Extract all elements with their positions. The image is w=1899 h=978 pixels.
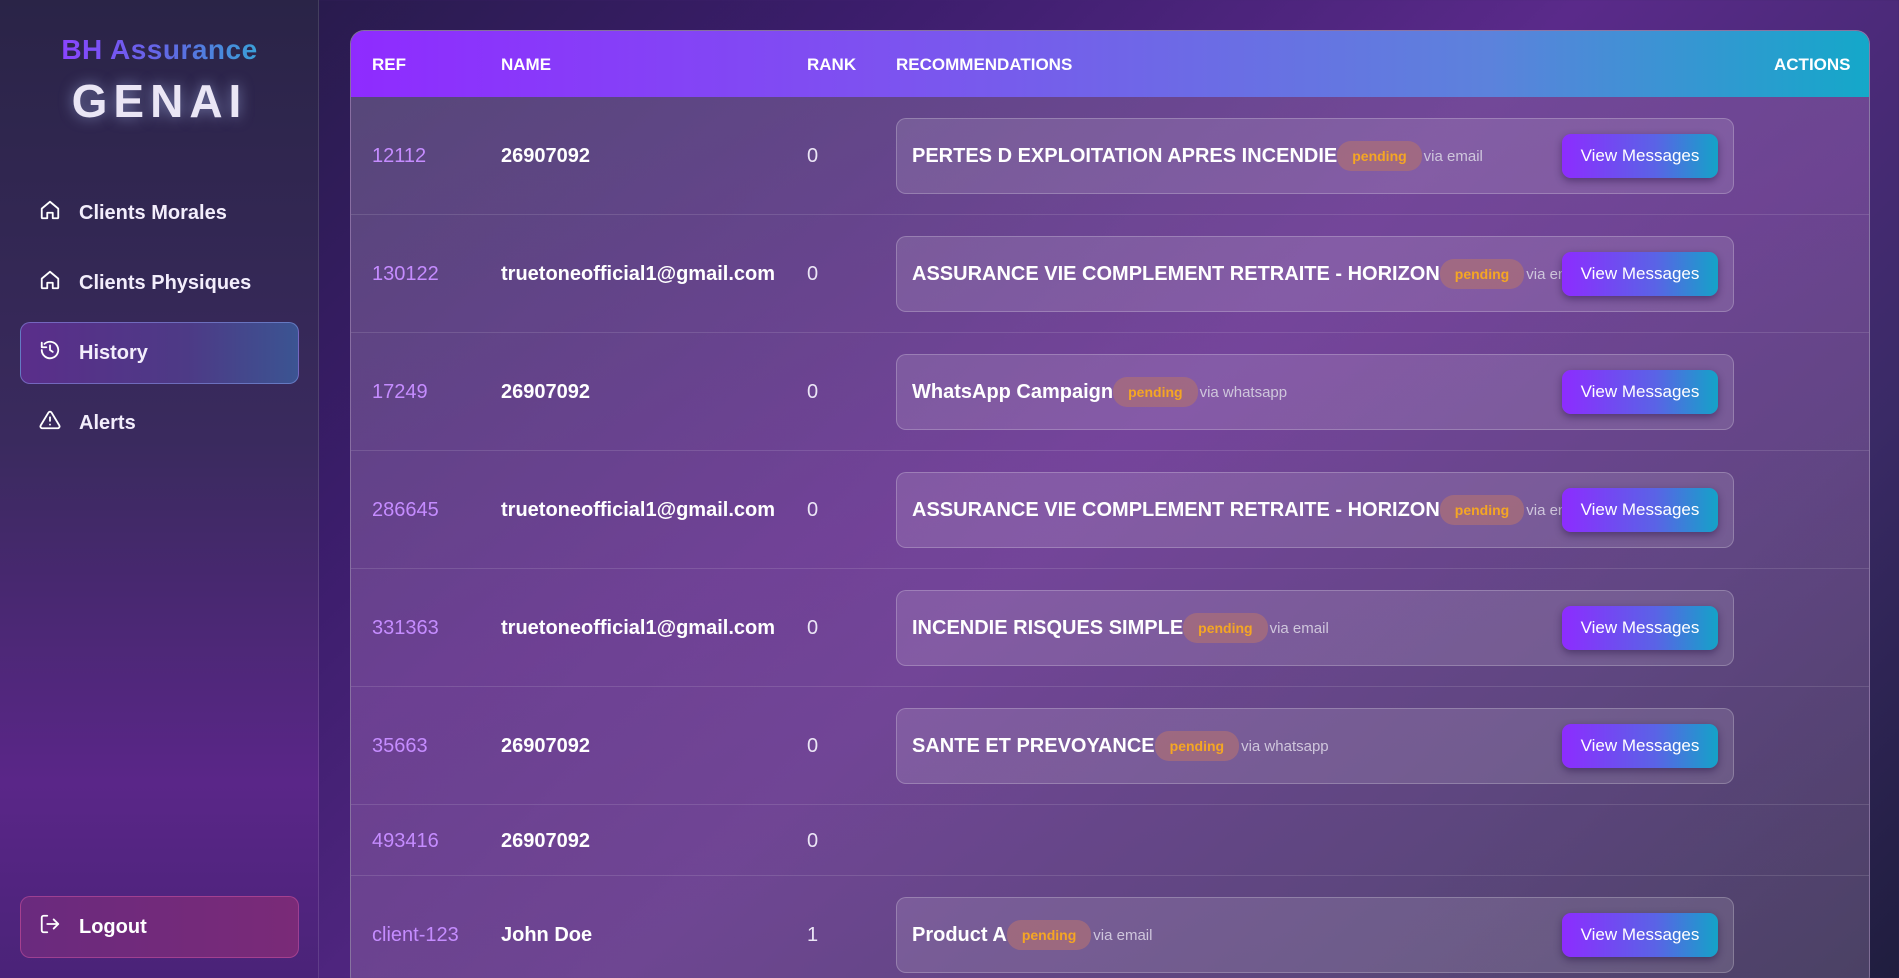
table-row: 17249 26907092 0 WhatsApp Campaign pending vi… (351, 333, 1869, 451)
row-name: John Doe (501, 924, 593, 946)
row-ref: 493416 (372, 830, 439, 852)
view-messages-button[interactable]: View Messages (1562, 252, 1718, 296)
sidebar: BH Assurance GENAI Clients Morales Client… (0, 0, 319, 978)
row-rank: 0 (807, 499, 819, 521)
brand-product: GENAI (71, 75, 248, 127)
logout-button[interactable]: Logout (20, 896, 299, 958)
view-messages-button[interactable]: View Messages (1562, 370, 1718, 414)
sidebar-item-clients-morales[interactable]: Clients Morales (20, 182, 299, 244)
recommendation-card: Product Apending via email View Messages (896, 897, 1734, 973)
logout-label: Logout (79, 915, 147, 938)
history-table: REF NAME RANK RECOMMENDATIONS ACTIONS 12… (350, 30, 1870, 978)
row-ref: 17249 (372, 381, 428, 403)
recommendation-card: ASSURANCE VIE COMPLEMENT RETRAITE - HORI… (896, 236, 1734, 312)
table-row: 286645 truetoneofficial1@gmail.com 0 ASSURA… (351, 451, 1869, 569)
row-name: truetoneofficial1@gmail.com (501, 617, 775, 639)
header-rank: RANK (807, 55, 857, 74)
recommendation-card: INCENDIE RISQUES SIMPLE pending via email V… (896, 590, 1734, 666)
table-row: 493416 26907092 0 (351, 805, 1869, 876)
row-rank: 0 (807, 145, 819, 167)
table-header: REF NAME RANK RECOMMENDATIONS ACTIONS (351, 31, 1869, 97)
header-recommendations: RECOMMENDATIONS (896, 55, 1073, 74)
row-name: 26907092 (501, 735, 590, 757)
sidebar-item-alerts[interactable]: Alerts (20, 392, 299, 454)
view-messages-button[interactable]: View Messages (1562, 913, 1718, 957)
status-badge: pending (1183, 613, 1268, 643)
recommendation-title: PERTES D EXPLOITATION APRES INCENDIE (912, 144, 1338, 167)
row-name: truetoneofficial1@gmail.com (501, 499, 775, 521)
view-messages-button[interactable]: View Messages (1562, 488, 1718, 532)
row-ref: 12112 (372, 145, 427, 167)
row-name: 26907092 (501, 145, 590, 167)
status-badge: pending (1439, 259, 1525, 289)
header-actions: ACTIONS (1774, 55, 1851, 74)
channel-label: via whatsapp (1241, 737, 1329, 755)
sidebar-item-clients-physiques[interactable]: Clients Physiques (20, 252, 299, 314)
recommendation-title: ASSURANCE VIE COMPLEMENT RETRAITE - HORI… (912, 498, 1440, 521)
sidebar-nav: Clients Morales Clients Physiques History A… (20, 182, 299, 462)
sidebar-item-label: Clients Physiques (79, 271, 252, 294)
sidebar-item-label: Clients Morales (79, 201, 227, 224)
header-name: NAME (501, 55, 552, 74)
row-rank: 1 (807, 924, 819, 946)
status-badge: pending (1113, 377, 1198, 407)
row-name: 26907092 (501, 830, 590, 852)
sidebar-item-history[interactable]: History (20, 322, 299, 384)
channel-label: via email (1423, 147, 1483, 165)
recommendation-card: WhatsApp Campaign pending via whatsapp View… (896, 354, 1734, 430)
row-rank: 0 (807, 381, 819, 403)
recommendation-title: WhatsApp Campaign (912, 380, 1114, 403)
sidebar-item-label: Alerts (79, 411, 136, 434)
row-ref: 331363 (372, 617, 439, 639)
table-body: 12112 26907092 0 PERTES D EXPLOITATION APRE… (351, 97, 1869, 978)
recommendation-title: SANTE ET PREVOYANCE (912, 734, 1155, 757)
row-name: 26907092 (501, 381, 590, 403)
table-row: client-123 John Doe 1 Product Apending via e… (351, 876, 1869, 978)
table-row: 35663 26907092 0 SANTE ET PREVOYANCE pending… (351, 687, 1869, 805)
brand-logo: BH Assurance GENAI (0, 34, 319, 128)
row-name: truetoneofficial1@gmail.com (501, 263, 775, 285)
table-row: 130122 truetoneofficial1@gmail.com 0 ASSURA… (351, 215, 1869, 333)
home-icon (39, 269, 79, 297)
header-ref: REF (372, 55, 406, 74)
channel-label: via whatsapp (1199, 383, 1288, 401)
view-messages-button[interactable]: View Messages (1562, 724, 1718, 768)
row-rank: 0 (807, 735, 819, 757)
sidebar-item-label: History (79, 341, 148, 364)
row-rank: 0 (807, 830, 819, 852)
recommendation-title: INCENDIE RISQUES SIMPLE (912, 616, 1184, 639)
alert-triangle-icon (39, 409, 79, 437)
row-ref: 130122 (372, 263, 439, 285)
status-badge: pending (1439, 495, 1525, 525)
recommendation-title: ASSURANCE VIE COMPLEMENT RETRAITE - HORI… (912, 262, 1440, 285)
channel-label: via email (1269, 619, 1329, 637)
channel-label: via email (1093, 926, 1153, 944)
status-badge: pending (1337, 141, 1422, 171)
row-ref: 286645 (372, 499, 439, 521)
recommendation-card: PERTES D EXPLOITATION APRES INCENDIE pend… (896, 118, 1734, 194)
view-messages-button[interactable]: View Messages (1562, 134, 1718, 178)
status-badge: pending (1154, 731, 1240, 761)
row-ref: client-123 (372, 924, 459, 946)
recommendation-title: Product A (912, 923, 1007, 946)
recommendation-card: SANTE ET PREVOYANCE pending via whatsapp Vi… (896, 708, 1734, 784)
history-icon (39, 339, 79, 367)
brand-name: BH Assurance (61, 34, 258, 65)
logout-icon (39, 913, 79, 941)
status-badge: pending (1006, 920, 1092, 950)
row-rank: 0 (807, 263, 819, 285)
view-messages-button[interactable]: View Messages (1562, 606, 1718, 650)
home-icon (39, 199, 79, 227)
row-ref: 35663 (372, 735, 428, 757)
table-row: 331363 truetoneofficial1@gmail.com 0 INCEND… (351, 569, 1869, 687)
row-rank: 0 (807, 617, 819, 639)
table-row: 12112 26907092 0 PERTES D EXPLOITATION APRE… (351, 97, 1869, 215)
recommendation-card: ASSURANCE VIE COMPLEMENT RETRAITE - HORI… (896, 472, 1734, 548)
